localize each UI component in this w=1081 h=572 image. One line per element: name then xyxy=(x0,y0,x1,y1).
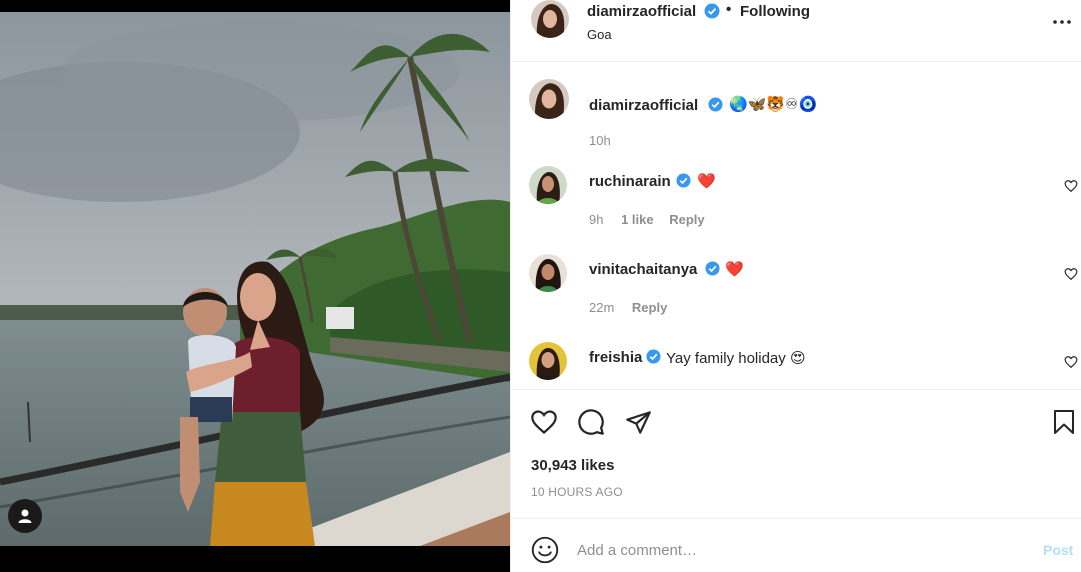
comment-text: ❤️ xyxy=(697,173,716,190)
paper-plane-icon xyxy=(625,410,651,434)
reply-button[interactable]: Reply xyxy=(632,300,667,315)
tagged-users-button[interactable] xyxy=(8,499,42,533)
commenter-avatar[interactable] xyxy=(529,166,567,204)
reply-button[interactable]: Reply xyxy=(669,212,704,227)
commenter-avatar[interactable] xyxy=(529,342,567,380)
comments-list[interactable]: diamirzaofficial 🌏🦋🐯♾🧿 10h ruchinarain ❤… xyxy=(511,63,1081,390)
author-avatar[interactable] xyxy=(531,0,569,38)
verified-badge-icon xyxy=(676,173,691,193)
more-options-button[interactable] xyxy=(1050,10,1074,34)
post-location[interactable]: Goa xyxy=(587,27,612,42)
likes-count[interactable]: 30,943 likes xyxy=(531,457,614,474)
save-button[interactable] xyxy=(1049,407,1079,437)
comment-meta: 9h 1 like Reply xyxy=(589,212,705,227)
smiley-icon xyxy=(531,536,559,564)
comment-row: ruchinarain ❤️ 9h 1 like Reply xyxy=(511,166,1081,236)
post-timestamp: 10 HOURS AGO xyxy=(531,485,623,499)
like-button[interactable] xyxy=(529,407,559,437)
comment-likes-link[interactable]: 1 like xyxy=(621,212,654,227)
comment-meta: 22m Reply xyxy=(589,300,667,315)
verified-badge-icon xyxy=(705,261,720,281)
comment-text: ❤️ xyxy=(725,261,744,278)
caption-time: 10h xyxy=(589,133,611,148)
heart-outline-icon[interactable] xyxy=(1064,179,1078,193)
heart-outline-icon[interactable] xyxy=(1064,355,1078,369)
comment-input[interactable] xyxy=(577,535,1027,565)
post-comment-button[interactable]: Post xyxy=(1043,542,1073,558)
caption-text: 🌏🦋🐯♾🧿 xyxy=(729,96,818,113)
comment-text: Yay family holiday 😍 xyxy=(666,350,806,367)
comment-icon xyxy=(578,409,604,435)
verified-badge-icon xyxy=(704,3,720,24)
heart-outline-icon[interactable] xyxy=(1064,267,1078,281)
emoji-button[interactable] xyxy=(531,536,559,564)
post-media[interactable] xyxy=(0,0,510,572)
share-button[interactable] xyxy=(623,407,653,437)
comment-row: vinitachaitanya ❤️ 22m Reply xyxy=(511,254,1081,324)
verified-badge-icon xyxy=(646,349,661,369)
comment-username[interactable]: vinitachaitanya xyxy=(589,261,697,278)
following-button[interactable]: Following xyxy=(740,3,810,20)
author-avatar[interactable] xyxy=(529,79,569,119)
comment-button[interactable] xyxy=(576,407,606,437)
post-side-panel: diamirzaofficial • Following Goa diamirz… xyxy=(510,0,1081,572)
post-photo xyxy=(0,12,510,546)
more-horizontal-icon xyxy=(1053,20,1071,24)
comment-time: 9h xyxy=(589,212,604,227)
bookmark-icon xyxy=(1054,410,1074,434)
comment-username[interactable]: ruchinarain xyxy=(589,173,671,190)
action-bar xyxy=(511,391,1081,451)
caption-username[interactable]: diamirzaofficial xyxy=(589,97,698,114)
post-header: diamirzaofficial • Following Goa xyxy=(511,0,1081,62)
comment-row: freishia Yay family holiday 😍 xyxy=(511,342,1081,389)
header-separator: • xyxy=(726,1,732,18)
author-username[interactable]: diamirzaofficial xyxy=(587,3,696,20)
caption-row: diamirzaofficial 🌏🦋🐯♾🧿 10h xyxy=(511,75,1081,148)
user-icon xyxy=(18,509,32,523)
add-comment-bar: Post xyxy=(511,518,1081,572)
comment-time: 22m xyxy=(589,300,615,315)
commenter-avatar[interactable] xyxy=(529,254,567,292)
heart-icon xyxy=(531,410,557,434)
comment-username[interactable]: freishia xyxy=(589,349,642,366)
verified-badge-icon xyxy=(708,97,723,117)
